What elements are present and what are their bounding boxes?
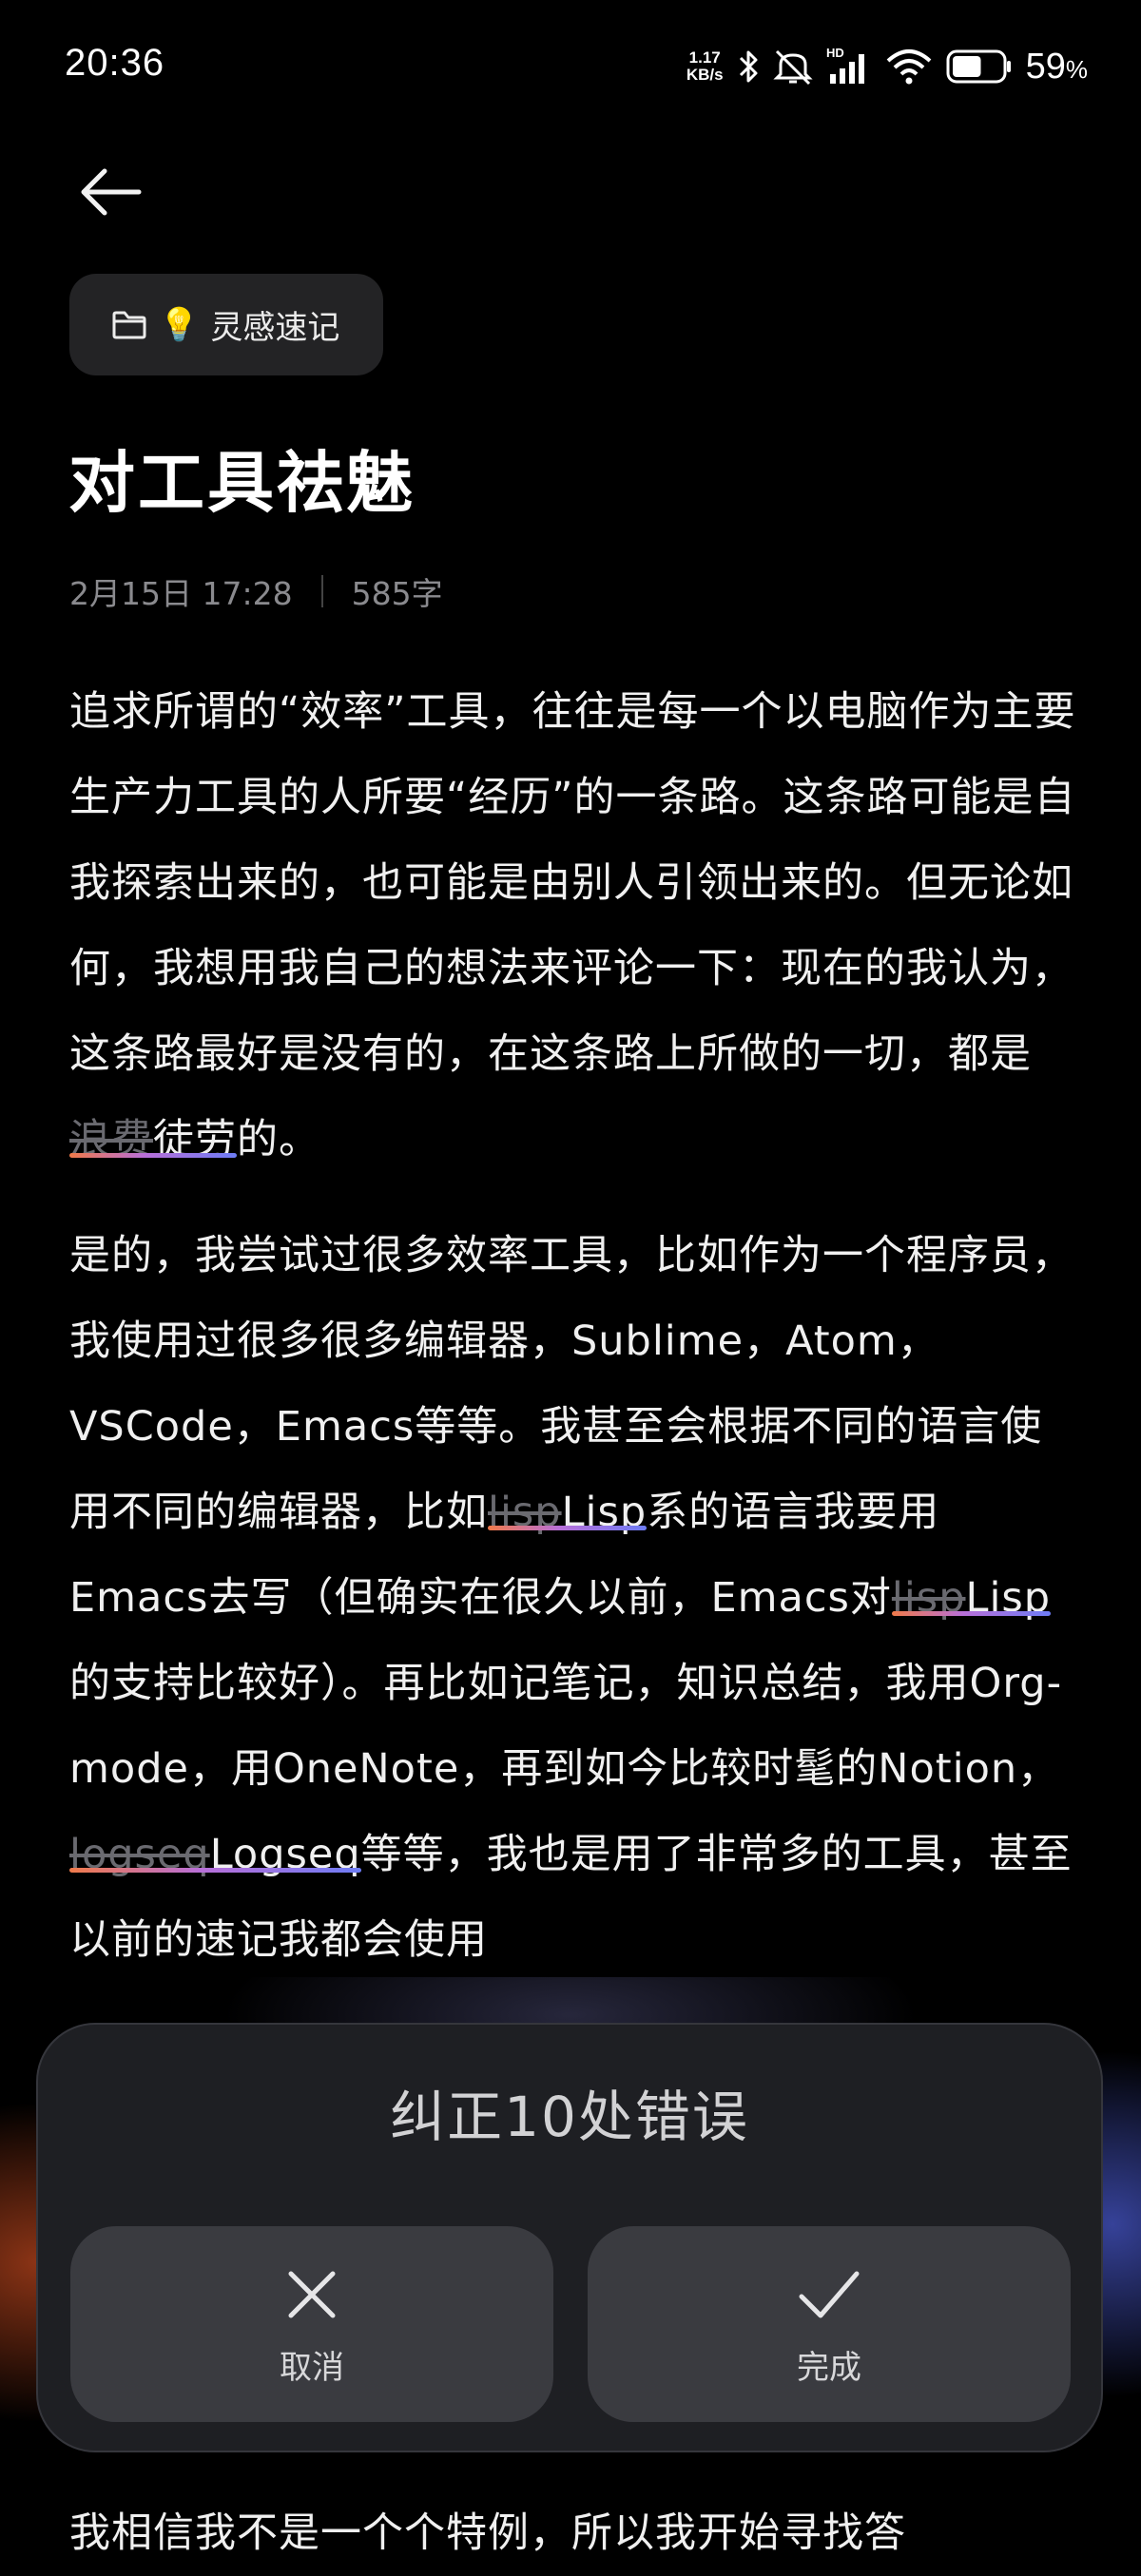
battery-percentage: 59% — [1026, 47, 1088, 87]
corrected-text: Lisp — [965, 1574, 1052, 1622]
original-text: logseq — [69, 1831, 210, 1878]
status-time: 20:36 — [65, 42, 165, 84]
paragraph-text: 的。 — [237, 1116, 320, 1163]
folder-name: 灵感速记 — [210, 309, 340, 347]
network-speed-value: 1.17 — [688, 48, 721, 67]
correction-mark[interactable]: logseqLogseq — [69, 1831, 361, 1878]
original-text: lisp — [891, 1574, 966, 1622]
lightbulb-icon: 💡 — [159, 305, 200, 344]
battery-value: 59 — [1025, 46, 1066, 87]
note-paragraph-1: 追求所谓的“效率”工具，往往是每一个以电脑作为主要生产力工具的人所要“经历”的一… — [69, 669, 1077, 1182]
correction-mark[interactable]: 浪费徒劳 — [69, 1116, 237, 1163]
original-text: 浪费 — [69, 1116, 153, 1163]
network-type-label: HD — [826, 46, 844, 60]
mute-icon — [772, 48, 813, 86]
battery-unit: % — [1065, 54, 1088, 84]
note-meta: 2月15日 17:28 585字 — [69, 568, 443, 614]
check-icon — [799, 2271, 860, 2317]
correction-count: 纠正10处错误 — [390, 2085, 749, 2149]
cancel-label: 取消 — [280, 2348, 344, 2387]
status-icons: 1.17 KB/s HD 59% — [687, 44, 1088, 89]
original-text: lisp — [488, 1489, 562, 1536]
note-paragraph-3: 我相信我不是一个个特例，所以我开始寻找答 — [69, 2509, 906, 2557]
meta-divider — [320, 575, 323, 607]
folder-chip[interactable]: 💡 灵感速记 — [69, 274, 384, 375]
status-bar: 20:36 1.17 KB/s HD 59% — [0, 0, 1141, 133]
bluetooth-icon — [737, 48, 760, 86]
done-label: 完成 — [797, 2348, 861, 2387]
close-icon — [288, 2271, 336, 2317]
correction-mark[interactable]: lispLisp — [892, 1574, 1051, 1622]
cancel-button[interactable]: 取消 — [70, 2226, 553, 2422]
note-paragraph-2: 是的，我尝试过很多效率工具，比如作为一个程序员，我使用过很多很多编辑器，Subl… — [69, 1213, 1077, 1983]
note-date: 2月15日 17:28 — [69, 575, 293, 612]
wifi-icon — [885, 48, 933, 86]
note-word-count: 585字 — [351, 575, 443, 612]
battery-icon — [946, 49, 1013, 84]
paragraph-text: 追求所谓的“效率”工具，往往是每一个以电脑作为主要生产力工具的人所要“经历”的一… — [69, 688, 1076, 1078]
folder-icon — [112, 311, 146, 338]
corrected-text: 徒劳 — [153, 1116, 237, 1163]
note-title[interactable]: 对工具祛魅 — [68, 430, 416, 526]
corrected-text: Logseq — [209, 1831, 361, 1878]
correction-mark[interactable]: lispLisp — [488, 1489, 647, 1536]
cellular-signal-icon: HD — [826, 46, 872, 87]
network-speed: 1.17 KB/s — [687, 49, 724, 84]
corrected-text: Lisp — [561, 1489, 648, 1536]
paragraph-text: 的支持比较好）。再比如记笔记，知识总结，我用Org-mode，用OneNote，… — [69, 1660, 1063, 1793]
note-body[interactable]: 追求所谓的“效率”工具，往往是每一个以电脑作为主要生产力工具的人所要“经历”的一… — [69, 669, 1077, 2013]
network-speed-unit: KB/s — [686, 66, 724, 84]
done-button[interactable]: 完成 — [588, 2226, 1071, 2422]
back-button[interactable] — [78, 160, 154, 224]
arrow-left-icon — [81, 168, 142, 216]
correction-panel: 纠正10处错误 取消 完成 — [36, 2023, 1103, 2452]
